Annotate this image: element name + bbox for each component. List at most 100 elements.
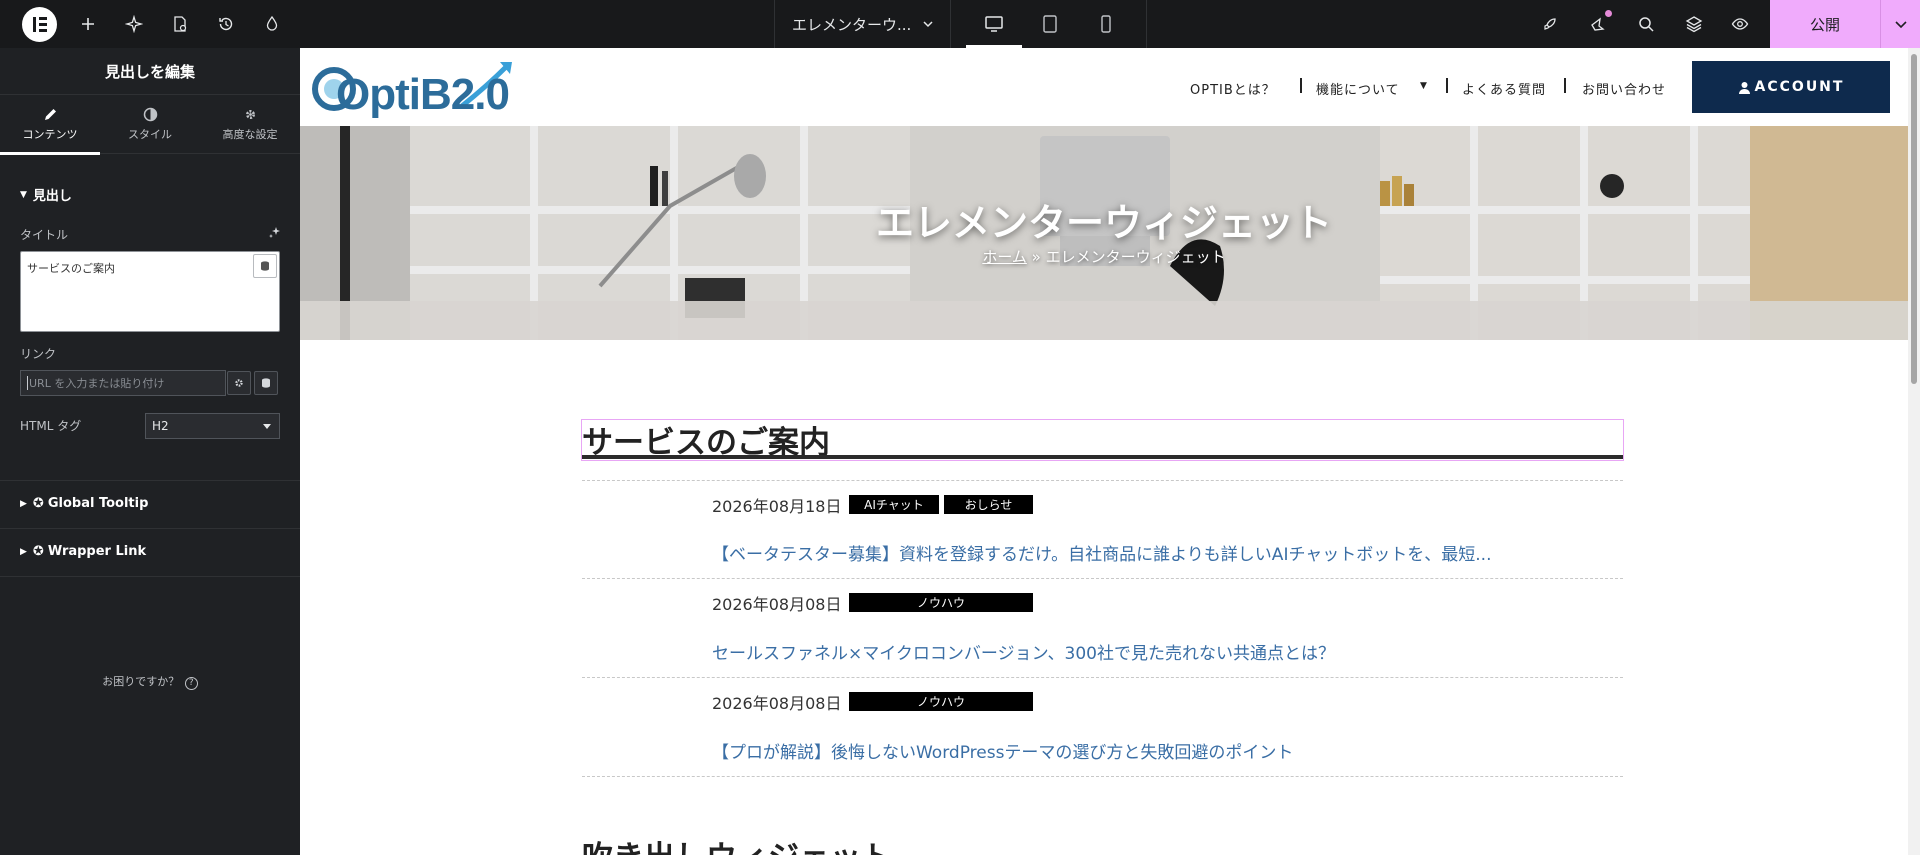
history-icon[interactable] [206,0,246,48]
account-label: ACCOUNT [1754,79,1845,95]
post-title-link[interactable]: 【プロが解説】後悔しないWordPressテーマの選び方と失敗回避のポイント [712,738,1293,763]
global-tooltip-label: Global Tooltip [47,496,149,511]
nav-item-about[interactable]: OPTIBとは？ [1190,79,1276,98]
divider [0,528,300,529]
mobile-view-button[interactable] [1078,0,1134,48]
divider [1146,0,1147,48]
post-tag[interactable]: おしらせ [944,495,1033,514]
publish-options-button[interactable] [1880,0,1920,48]
tab-advanced-label: 高度な設定 [222,128,278,141]
elementor-logo-icon[interactable] [22,7,57,42]
title-textarea[interactable]: サービスのご案内 [20,251,280,332]
wrapper-link-toggle[interactable]: ▶ ✪ Wrapper Link [20,544,146,559]
question-circle-icon: ? [184,677,198,690]
post-date: 2026年08月08日 [712,595,842,614]
caret-right-icon: ▶ [20,498,27,509]
nav-divider [1564,78,1566,93]
hero-title: エレメンターウィジェット [875,201,1332,245]
hero-banner: エレメンターウィジェット ホーム » エレメンターウィジェット [300,126,1908,340]
site-logo[interactable]: OptiB2.0 [312,56,522,119]
search-icon[interactable] [1626,0,1666,48]
nav-divider [1300,78,1302,93]
post-tag[interactable]: ノウハウ [849,593,1033,612]
preview-eye-icon[interactable] [1720,0,1760,48]
tab-content[interactable]: コンテンツ [0,95,100,155]
tab-content-label: コンテンツ [22,128,78,141]
half-circle-icon [143,107,157,122]
desktop-view-button[interactable] [966,0,1022,48]
site-header: OptiB2.0 OPTIBとは？ 機能について ▼ よくある質問 お問い合わせ… [300,48,1908,125]
caret-down-icon: ▼ [1420,81,1427,91]
gear-icon [245,110,255,120]
breadcrumb-separator: » [1031,248,1041,266]
post-tag[interactable]: ノウハウ [849,692,1033,711]
link-options-button[interactable] [227,371,251,395]
logo-text: OptiB2.0 [336,70,510,119]
canvas-scrollbar[interactable] [1908,48,1920,855]
link-url-input[interactable]: URL を入力または貼り付け [20,370,226,396]
nav-divider [1446,78,1448,93]
pencil-icon [44,109,56,120]
structure-icon[interactable] [114,0,154,48]
post-tag[interactable]: AIチャット [849,495,939,514]
document-title-dropdown[interactable]: エレメンターウ... [774,0,950,48]
breadcrumb: ホーム » エレメンターウィジェット [300,246,1908,267]
link-dynamic-tags-button[interactable] [254,371,278,395]
preview-canvas[interactable]: OptiB2.0 OPTIBとは？ 機能について ▼ よくある質問 お問い合わせ… [300,48,1908,855]
help-text: お困りですか？ [102,675,180,688]
section-heading-toggle[interactable]: ▼ 見出し [20,185,72,204]
help-link[interactable]: お困りですか？ ? [0,673,300,690]
post-date: 2026年08月08日 [712,694,842,713]
caret-right-icon: ▶ [20,546,27,557]
editor-panel: 見出しを編集 コンテンツ スタイル 高度な設定 ▼ 見出し タイトル サービスの… [0,48,300,855]
post-divider [582,578,1623,579]
editor-top-bar: エレメンターウ... 公開 [0,0,1920,48]
breadcrumb-current: エレメンターウィジェット [1045,248,1226,266]
scrollbar-thumb[interactable] [1911,54,1917,384]
wrapper-link-label: Wrapper Link [47,544,147,559]
heading-underline [582,455,1623,459]
next-section-heading[interactable]: 吹き出しウィジェット [582,832,892,855]
divider [950,0,951,48]
chevron-down-icon [923,21,933,28]
divider [0,576,300,577]
rocket-icon[interactable] [1530,0,1570,48]
section-heading-label: 見出し [32,189,72,204]
database-icon [262,378,270,388]
tab-style-label: スタイル [128,128,172,141]
account-button[interactable]: ACCOUNT [1692,61,1890,113]
nav-item-features[interactable]: 機能について [1316,79,1400,98]
breadcrumb-home[interactable]: ホーム [982,248,1027,266]
ai-sparkle-icon[interactable] [268,226,281,239]
chevron-down-icon [1894,21,1907,29]
link-label: リンク [20,347,57,361]
panel-tabs: コンテンツ スタイル 高度な設定 [0,95,300,155]
notifications-icon[interactable] [1578,0,1618,48]
post-divider [582,776,1623,777]
post-date: 2026年08月18日 [712,497,842,516]
tab-style[interactable]: スタイル [100,95,200,154]
dynamic-tags-button[interactable] [253,254,277,278]
caret-down-icon: ▼ [20,189,27,200]
html-tag-label: HTML タグ [20,419,82,433]
tablet-view-button[interactable] [1022,0,1078,48]
global-tooltip-toggle[interactable]: ▶ ✪ Global Tooltip [20,496,148,511]
post-title-link[interactable]: セールスファネル×マイクロコンバージョン、300社で見た売れない共通点とは？ [712,639,1335,664]
page-settings-icon[interactable] [160,0,200,48]
publish-button[interactable]: 公開 [1770,0,1880,48]
tab-advanced[interactable]: 高度な設定 [200,95,300,154]
gear-icon [235,379,243,387]
nav-item-contact[interactable]: お問い合わせ [1582,79,1666,98]
notification-badge [1605,10,1612,17]
mobile-icon [1101,15,1111,33]
add-element-icon[interactable] [68,0,108,48]
site-settings-drop-icon[interactable] [252,0,292,48]
layers-icon[interactable] [1674,0,1714,48]
post-title-link[interactable]: 【ベータテスター募集】資料を登録するだけ。自社商品に誰よりも詳しいAIチャットボ… [712,540,1492,565]
post-divider [582,677,1623,678]
divider [0,480,300,481]
html-tag-select[interactable]: H2 [145,413,280,439]
tablet-icon [1043,15,1057,33]
addon-icon: ✪ [32,496,44,511]
nav-item-faq[interactable]: よくある質問 [1462,79,1546,98]
